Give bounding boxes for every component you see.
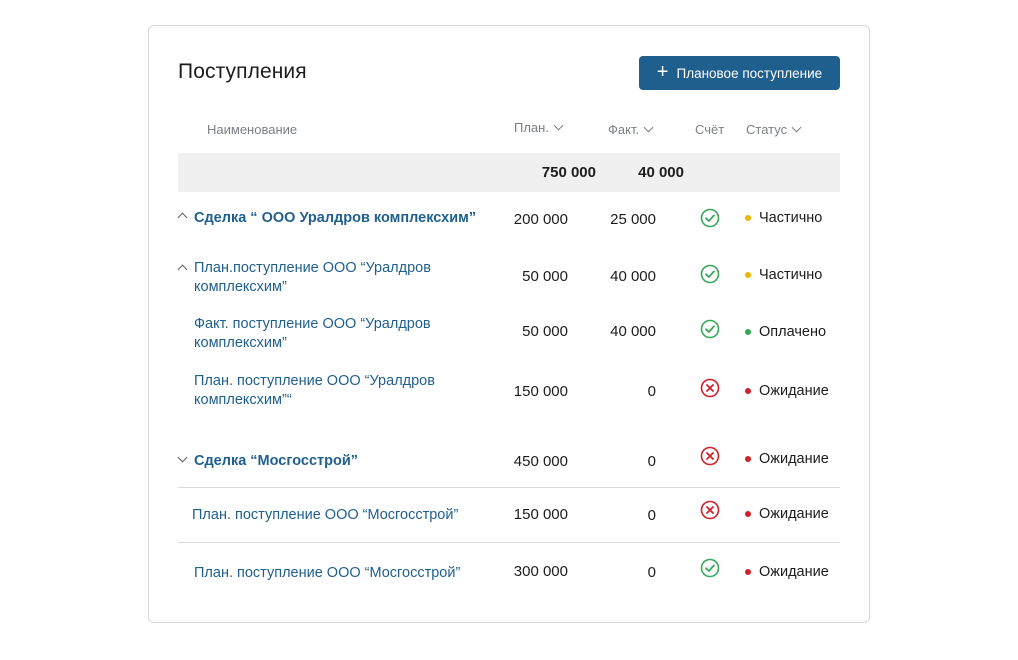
row-fact: 40 000 <box>610 323 656 340</box>
status-dot <box>745 511 751 517</box>
column-header-invoice[interactable]: Счёт <box>695 122 724 137</box>
status-badge: Ожидание <box>745 451 829 467</box>
add-planned-income-button[interactable]: + Плановое поступление <box>639 56 840 90</box>
status-dot <box>745 569 751 575</box>
total-plan: 750 000 <box>541 164 596 181</box>
chevron-up-icon[interactable] <box>177 264 188 275</box>
column-header-name[interactable]: Наименование <box>207 122 297 137</box>
row-name[interactable]: Сделка “ ООО Уралдров комплексхим” <box>194 209 476 228</box>
row-fact: 0 <box>647 453 656 470</box>
row-plan: 300 000 <box>513 563 568 580</box>
chevron-down-icon <box>643 122 654 133</box>
row-plan: 50 000 <box>522 323 568 340</box>
row-divider <box>178 542 840 543</box>
row-fact: 0 <box>647 564 656 581</box>
column-header-fact[interactable]: Факт. <box>608 122 654 137</box>
status-badge: Частично <box>745 267 822 283</box>
status-badge: Ожидание <box>745 506 829 522</box>
column-header-status[interactable]: Статус <box>746 122 802 137</box>
check-circle-icon <box>700 264 720 284</box>
row-plan: 150 000 <box>513 383 568 400</box>
add-button-label: Плановое поступление <box>676 65 823 81</box>
chevron-down-icon <box>791 122 802 133</box>
row-plan: 200 000 <box>513 211 568 228</box>
cross-circle-icon <box>700 378 720 398</box>
status-badge: Оплачено <box>745 324 826 340</box>
status-badge: Ожидание <box>745 564 829 580</box>
status-dot <box>745 215 751 221</box>
row-name[interactable]: Факт. поступление ООО “Уралдров комплекс… <box>194 315 431 353</box>
status-dot <box>745 388 751 394</box>
cross-circle-icon <box>700 446 720 466</box>
row-name[interactable]: План. поступление ООО “Мосгосстрой” <box>192 506 458 525</box>
status-badge: Частично <box>745 210 822 226</box>
row-name[interactable]: План. поступление ООО “Мосгосстрой” <box>194 564 460 583</box>
totals-row: 750 000 40 000 <box>178 153 840 192</box>
status-badge: Ожидание <box>745 383 829 399</box>
row-name[interactable]: План. поступление ООО “Уралдров комплекс… <box>194 372 435 410</box>
row-plan: 50 000 <box>522 268 568 285</box>
row-fact: 0 <box>647 507 656 524</box>
row-plan: 450 000 <box>513 453 568 470</box>
income-card: Поступления + Плановое поступление Наиме… <box>148 25 870 623</box>
row-fact: 40 000 <box>610 268 656 285</box>
row-plan: 150 000 <box>513 506 568 523</box>
row-divider <box>178 487 840 488</box>
plus-icon: + <box>656 61 669 83</box>
chevron-up-icon[interactable] <box>177 212 188 223</box>
column-header-plan[interactable]: План. <box>514 120 564 135</box>
status-dot <box>745 456 751 462</box>
row-fact: 25 000 <box>610 211 656 228</box>
chevron-down-icon[interactable] <box>177 452 188 463</box>
check-circle-icon <box>700 319 720 339</box>
status-dot <box>745 272 751 278</box>
check-circle-icon <box>700 558 720 578</box>
chevron-down-icon <box>553 120 564 131</box>
check-circle-icon <box>700 208 720 228</box>
row-name[interactable]: Сделка “Мосгосстрой” <box>194 452 358 471</box>
row-fact: 0 <box>647 383 656 400</box>
page-title: Поступления <box>178 60 307 83</box>
row-name[interactable]: План.поступление ООО “Уралдров комплексх… <box>194 259 431 297</box>
total-fact: 40 000 <box>638 164 684 181</box>
cross-circle-icon <box>700 500 720 520</box>
status-dot <box>745 329 751 335</box>
